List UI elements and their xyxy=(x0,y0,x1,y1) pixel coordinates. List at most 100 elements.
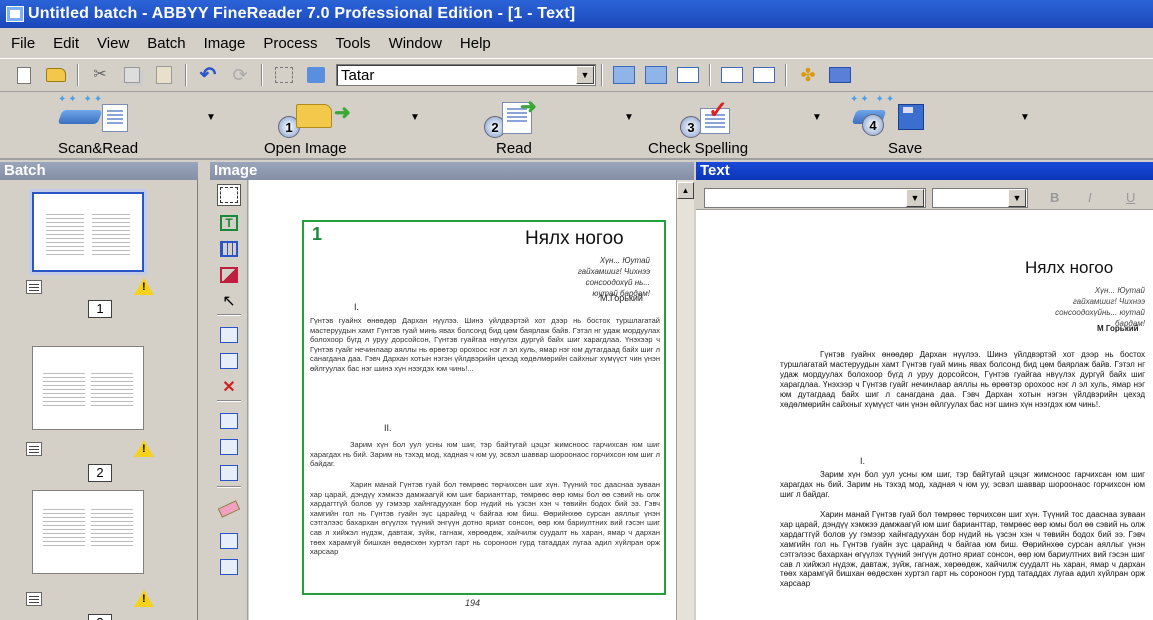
image-scrollbar[interactable]: ▲ xyxy=(676,180,694,620)
pointer-tool[interactable]: ↖ xyxy=(217,290,241,312)
chevron-down-icon[interactable]: ▼ xyxy=(812,112,822,123)
menu-batch[interactable]: Batch xyxy=(138,35,194,52)
new-icon xyxy=(17,66,31,84)
text-epigraph: Хүн... Юутай гайхамшиг! Чихнээ сонсоодох… xyxy=(1055,286,1145,328)
merge-cells-tool[interactable] xyxy=(217,462,241,484)
text-view-icon xyxy=(677,67,699,83)
table-button[interactable] xyxy=(751,63,777,87)
page-thumbnail[interactable]: 2 xyxy=(26,338,176,482)
add-column-icon xyxy=(220,439,238,455)
floppy-disk-icon xyxy=(898,104,924,130)
open-button[interactable] xyxy=(43,63,69,87)
image-view-button[interactable] xyxy=(611,63,637,87)
text-area-tool[interactable]: T xyxy=(217,212,241,234)
add-row-tool[interactable] xyxy=(217,410,241,432)
add-row-icon xyxy=(220,413,238,429)
language-select[interactable]: Tatar ▼ xyxy=(336,64,596,86)
scan-paragraph: Харин манай Гүнтэв гуай бол төмрөөс төрч… xyxy=(310,480,660,557)
toolbar-separator xyxy=(185,64,187,86)
cut-button[interactable]: ✂ xyxy=(87,63,113,87)
menu-file[interactable]: File xyxy=(2,35,44,52)
menu-process[interactable]: Process xyxy=(254,35,326,52)
chevron-down-icon[interactable]: ▼ xyxy=(206,112,216,123)
table-area-tool[interactable] xyxy=(217,238,241,260)
copy-icon xyxy=(124,67,140,83)
select-area-button[interactable] xyxy=(271,63,297,87)
scan-section-number: II. xyxy=(384,423,392,433)
select-tool[interactable] xyxy=(217,184,241,206)
undo-button[interactable]: ↶ xyxy=(195,63,221,87)
picture-area-tool[interactable] xyxy=(217,264,241,286)
page-thumbnail[interactable]: 1 xyxy=(26,188,176,328)
language-value: Tatar xyxy=(341,66,375,84)
save-task[interactable]: ✦✦ ✦✦ 4 Save ▼ xyxy=(840,92,1040,158)
underline-icon[interactable]: U xyxy=(1126,190,1135,205)
cut-area-tool[interactable] xyxy=(217,350,241,372)
check-spelling-task[interactable]: 3 ✓ Check Spelling ▼ xyxy=(648,92,830,158)
two-page-button[interactable] xyxy=(719,63,745,87)
paste-icon xyxy=(156,66,172,84)
menu-tools[interactable]: Tools xyxy=(327,35,380,52)
scan-paragraph: Зарим хүн бол уул усны юм шиг, тэр байту… xyxy=(310,440,660,469)
download-button[interactable] xyxy=(303,63,329,87)
picture-area-icon xyxy=(220,267,238,283)
chevron-down-icon[interactable]: ▼ xyxy=(1008,189,1026,207)
add-area-tool[interactable] xyxy=(217,324,241,346)
page-thumbnail[interactable]: 3 xyxy=(26,490,176,620)
page-number: 2 xyxy=(88,464,112,482)
toolbar-separator xyxy=(77,64,79,86)
text-format-toolbar: ▼ ▼ B I U xyxy=(696,180,1153,210)
zoom-view-icon xyxy=(645,66,667,84)
read-task[interactable]: 2 ➜ Read ▼ xyxy=(450,92,634,158)
select-area-icon xyxy=(275,67,293,83)
menu-help[interactable]: Help xyxy=(451,35,500,52)
warning-icon xyxy=(134,440,154,457)
chevron-down-icon[interactable]: ▼ xyxy=(576,66,594,84)
chevron-down-icon[interactable]: ▼ xyxy=(410,112,420,123)
toolbar-separator xyxy=(261,64,263,86)
chevron-down-icon[interactable]: ▼ xyxy=(1020,112,1030,123)
warning-icon xyxy=(134,278,154,295)
task-bar: ✦✦ ✦✦ Scan&Read ▼ 1 ➜ Open Image ▼ 2 ➜ R… xyxy=(0,92,1153,160)
text-paragraph: Зарим хүн бол уул усны юм шиг, тэр байту… xyxy=(780,470,1145,499)
chevron-down-icon[interactable]: ▼ xyxy=(624,112,634,123)
add-column-tool[interactable] xyxy=(217,436,241,458)
copy-button[interactable] xyxy=(119,63,145,87)
check-spelling-label: Check Spelling xyxy=(648,140,749,157)
chevron-down-icon[interactable]: ▼ xyxy=(906,189,924,207)
menu-edit[interactable]: Edit xyxy=(44,35,88,52)
menu-view[interactable]: View xyxy=(88,35,138,52)
sparkle-icon: ✦✦ ✦✦ xyxy=(850,94,897,105)
page-preview xyxy=(46,214,84,258)
menu-window[interactable]: Window xyxy=(380,35,451,52)
open-image-task[interactable]: 1 ➜ Open Image ▼ xyxy=(262,92,442,158)
delete-area-tool[interactable]: ✕ xyxy=(217,376,241,398)
bold-icon[interactable]: B xyxy=(1050,190,1059,205)
selection-rectangle-icon xyxy=(220,187,238,203)
menu-image[interactable]: Image xyxy=(195,35,255,52)
scan-read-task[interactable]: ✦✦ ✦✦ Scan&Read ▼ xyxy=(40,92,220,158)
font-size-select[interactable]: ▼ xyxy=(932,188,1028,208)
invert-tool[interactable] xyxy=(217,556,241,578)
rotate-tool[interactable] xyxy=(217,530,241,552)
checkmark-icon: ✓ xyxy=(708,97,729,124)
italic-icon[interactable]: I xyxy=(1088,190,1092,205)
eraser-tool[interactable] xyxy=(217,498,241,520)
sparkle-icon: ✦✦ ✦✦ xyxy=(58,94,105,105)
save-label: Save xyxy=(888,140,923,157)
text-view-button[interactable] xyxy=(675,63,701,87)
zoom-view-button[interactable] xyxy=(643,63,669,87)
book-button[interactable] xyxy=(827,63,853,87)
puzzle-button[interactable]: ✤ xyxy=(795,63,821,87)
style-select[interactable]: ▼ xyxy=(704,188,926,208)
document-icon xyxy=(26,442,42,456)
scroll-up-icon[interactable]: ▲ xyxy=(677,182,694,199)
batch-pane[interactable]: 1 2 3 xyxy=(0,180,198,620)
invert-icon xyxy=(220,559,238,575)
new-button[interactable] xyxy=(11,63,37,87)
download-icon xyxy=(307,67,325,83)
toolbar-separator xyxy=(601,64,603,86)
title-bar: Untitled batch - ABBYY FineReader 7.0 Pr… xyxy=(0,0,1153,28)
redo-button[interactable]: ⟳ xyxy=(227,63,253,87)
paste-button[interactable] xyxy=(151,63,177,87)
